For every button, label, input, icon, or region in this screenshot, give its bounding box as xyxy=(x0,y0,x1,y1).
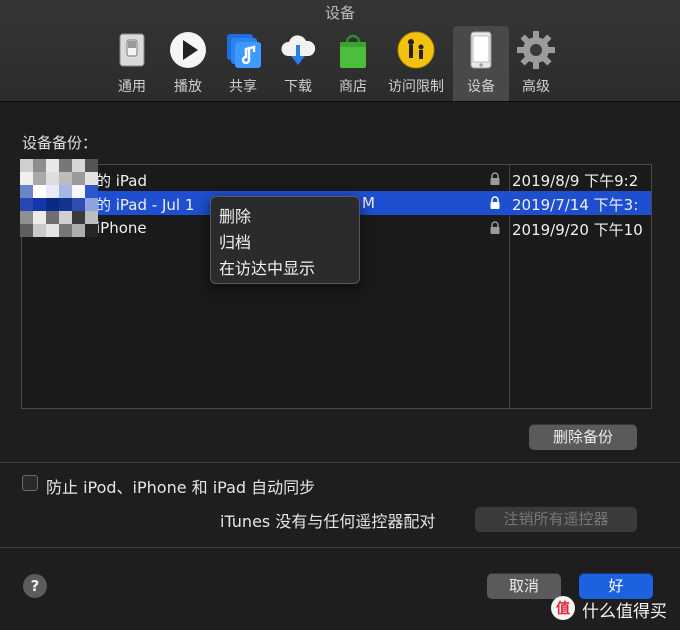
tab-store[interactable]: 商店 xyxy=(325,26,381,101)
store-bag-icon xyxy=(340,34,366,68)
backup-context-menu: 删除 归档 在访达中显示 xyxy=(210,196,360,284)
watermark: 值 什么值得买 xyxy=(550,593,674,623)
svg-text:值: 值 xyxy=(556,600,570,617)
unpair-remotes-button[interactable]: 注销所有遥控器 xyxy=(475,506,637,532)
remote-status-text: iTunes 没有与任何遥控器配对 xyxy=(220,512,436,531)
tab-downloads[interactable]: 下载 xyxy=(270,26,326,101)
lock-icon xyxy=(490,172,500,185)
menu-item-show-in-finder[interactable]: 在访达中显示 xyxy=(219,255,315,279)
footer-divider xyxy=(0,547,680,548)
backup-name-tail: M xyxy=(362,194,375,212)
prevent-auto-sync-checkbox[interactable] xyxy=(22,475,38,491)
menu-item-delete[interactable]: 删除 xyxy=(219,203,251,227)
tab-general[interactable]: 通用 xyxy=(104,26,160,101)
prevent-auto-sync-label: 防止 iPod、iPhone 和 iPad 自动同步 xyxy=(46,478,316,497)
music-share-icon xyxy=(227,34,261,68)
tab-advanced-label: 高级 xyxy=(522,79,550,95)
window-title: 设备 xyxy=(324,4,355,22)
gear-icon xyxy=(517,31,555,69)
backup-name: iPhone xyxy=(96,219,147,237)
backup-date: 2019/8/9 下午9:2 xyxy=(512,172,639,190)
section-divider xyxy=(0,462,680,463)
device-backups-title: 设备备份： xyxy=(22,134,98,152)
backup-date: 2019/9/20 下午10 xyxy=(512,221,643,239)
smzdm-logo-icon: 值 xyxy=(551,596,575,620)
delete-backup-button[interactable]: 删除备份 xyxy=(529,424,637,450)
tab-restrictions[interactable]: 访问限制 xyxy=(388,26,444,101)
tab-sharing[interactable]: 共享 xyxy=(215,26,271,101)
tab-restrictions-label: 访问限制 xyxy=(388,79,444,95)
tab-playback[interactable]: 播放 xyxy=(160,26,216,101)
menu-item-archive[interactable]: 归档 xyxy=(219,229,251,253)
backup-date: 2019/7/14 下午3: xyxy=(512,196,639,214)
preferences-toolbar: 设备 通用 播放 共享 下载 商店 访问限制 设备 高级 xyxy=(0,0,680,102)
general-switch-icon xyxy=(119,33,145,67)
play-icon xyxy=(170,32,206,68)
backup-row[interactable]: 的 iPad 2019/8/9 下午9:2 xyxy=(22,167,651,191)
help-button[interactable]: ? xyxy=(23,574,47,598)
device-iphone-icon xyxy=(470,31,492,69)
tab-advanced[interactable]: 高级 xyxy=(508,26,564,101)
parental-controls-icon xyxy=(397,31,435,69)
redacted-name-mosaic xyxy=(20,159,98,237)
tab-devices[interactable]: 设备 xyxy=(453,26,509,101)
watermark-text: 什么值得买 xyxy=(582,602,667,622)
lock-icon xyxy=(490,196,500,209)
cloud-download-icon xyxy=(281,35,316,65)
lock-icon xyxy=(490,221,500,234)
backup-name: 的 iPad xyxy=(96,172,148,190)
tab-store-label: 商店 xyxy=(339,79,367,95)
backup-name: 的 iPad - Jul 1 xyxy=(96,196,195,214)
